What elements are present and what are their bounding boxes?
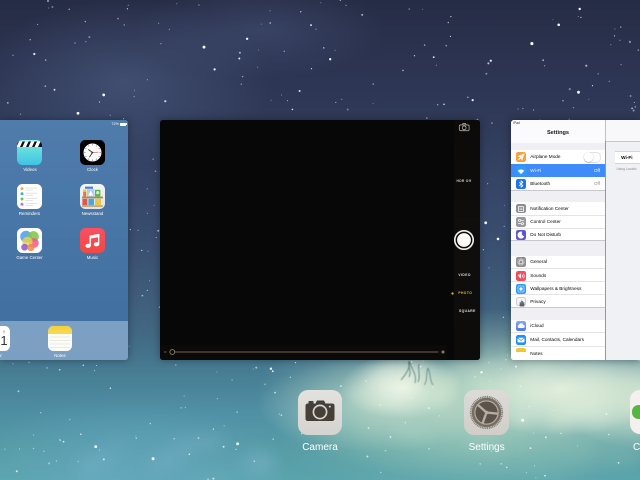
svg-text:1: 1 bbox=[0, 333, 7, 348]
